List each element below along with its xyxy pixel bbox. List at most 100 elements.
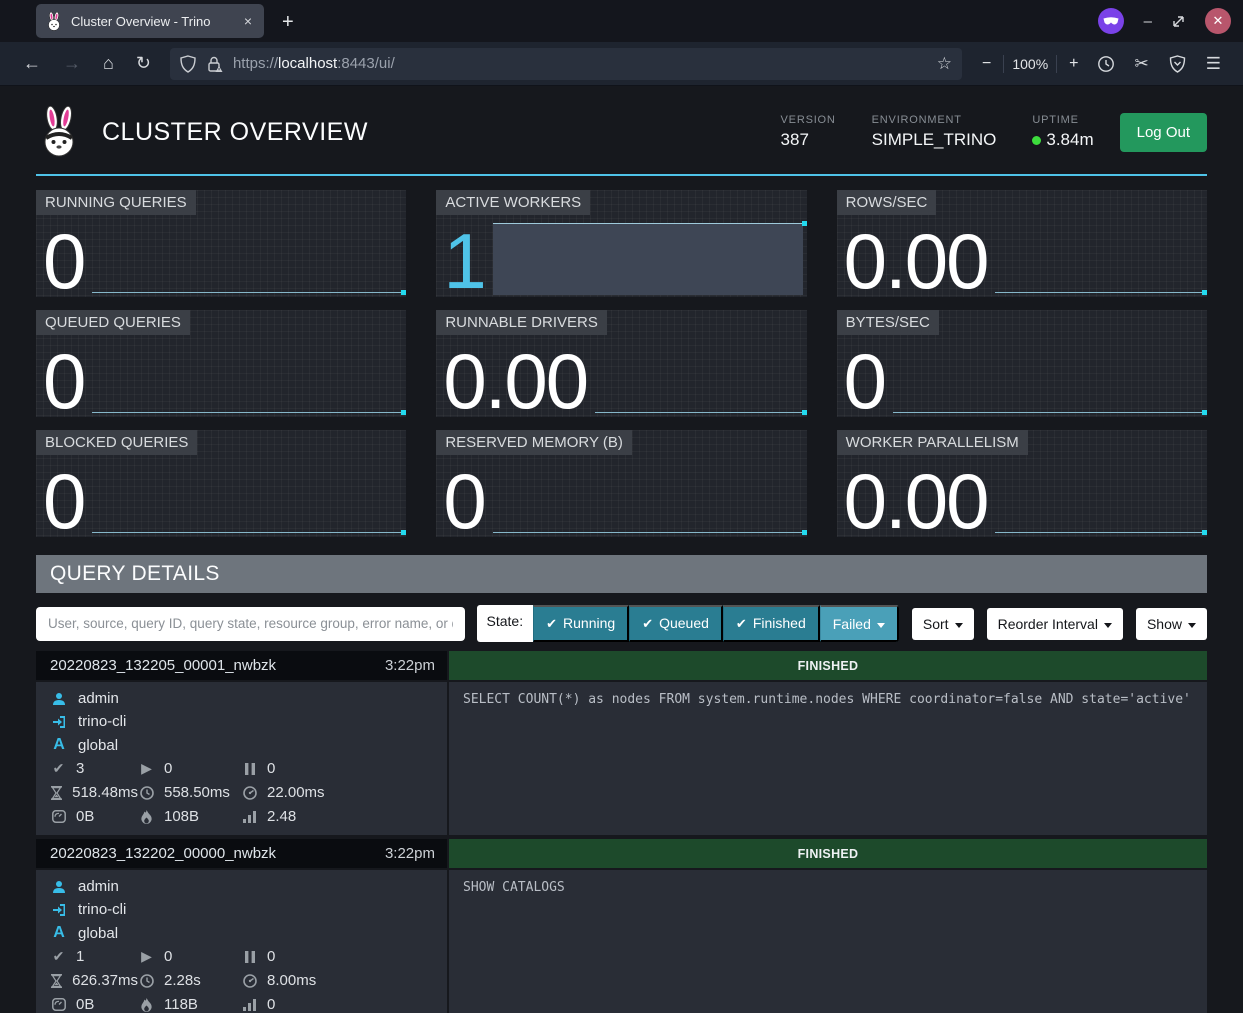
queued-splits-pause-icon	[241, 951, 258, 963]
cpu-time-clock-icon	[138, 974, 155, 988]
stat-card-value: 0	[443, 468, 484, 535]
completed-splits-check-icon: ✔	[50, 760, 67, 777]
parallelism-chart-icon	[241, 999, 258, 1011]
trino-bunny-logo	[36, 106, 82, 158]
user-icon	[50, 880, 68, 894]
source-signin-icon	[50, 903, 68, 917]
sort-dropdown[interactable]: Sort	[912, 608, 974, 640]
running-splits-play-icon: ▶	[138, 948, 155, 965]
uptime-label: UPTIME	[1032, 114, 1093, 126]
stat-card-value: 0.00	[844, 228, 988, 295]
url-bar[interactable]: https://localhost:8443/ui/ ☆	[170, 48, 962, 80]
query-id-link[interactable]: 20220823_132205_00001_nwbzk	[50, 657, 385, 674]
private-browsing-icon	[1098, 8, 1124, 34]
url-text[interactable]: https://localhost:8443/ui/	[233, 55, 937, 72]
new-tab-button[interactable]: +	[282, 11, 294, 34]
stat-card-label: RESERVED MEMORY (B)	[436, 430, 632, 455]
stat-card-runnable-drivers: RUNNABLE DRIVERS 0.00	[436, 310, 806, 417]
query-filter-toolbar: State: ✔Running ✔Queued ✔Finished Failed…	[36, 605, 1207, 642]
query-row: 20220823_132205_00001_nwbzk 3:22pm FINIS…	[36, 651, 1207, 835]
query-search-input[interactable]	[36, 607, 465, 641]
home-icon[interactable]: ⌂	[92, 53, 125, 74]
stat-card-label: BLOCKED QUERIES	[36, 430, 197, 455]
back-icon[interactable]: ←	[12, 53, 52, 74]
stat-card-label: BYTES/SEC	[837, 310, 939, 335]
uptime-value: 3.84m	[1032, 130, 1093, 150]
wall-time-hourglass-icon	[50, 786, 63, 800]
stat-card-bytes-sec: BYTES/SEC 0	[837, 310, 1207, 417]
state-filter-label: State:	[477, 605, 534, 642]
stat-card-value: 0.00	[443, 348, 587, 415]
uptime-status-dot	[1032, 136, 1041, 145]
query-sql-text: SELECT COUNT(*) as nodes FROM system.run…	[449, 682, 1207, 835]
stat-card-label: WORKER PARALLELISM	[837, 430, 1028, 455]
query-time: 3:22pm	[385, 657, 435, 674]
stat-card-value: 0	[43, 228, 84, 295]
toolbar-divider	[1003, 55, 1004, 73]
history-clock-icon[interactable]	[1087, 55, 1125, 73]
query-status-badge: FINISHED	[449, 839, 1207, 868]
tab-close-icon[interactable]: ×	[240, 13, 256, 29]
query-id-bar: 20220823_132202_00000_nwbzk 3:22pm	[36, 839, 447, 868]
version-value: 387	[781, 130, 836, 150]
show-dropdown[interactable]: Show	[1136, 608, 1207, 640]
pocket-shield-icon[interactable]	[1159, 55, 1196, 73]
chevron-down-icon	[1188, 623, 1196, 628]
zoom-out-button[interactable]: −	[974, 55, 999, 73]
stat-card-value: 0	[43, 348, 84, 415]
source-signin-icon	[50, 715, 68, 729]
forward-icon[interactable]: →	[52, 53, 92, 74]
state-filter-running[interactable]: ✔Running	[533, 605, 629, 642]
stat-card-label: ACTIVE WORKERS	[436, 190, 590, 215]
shield-icon[interactable]	[180, 55, 196, 73]
page-title: CLUSTER OVERVIEW	[102, 118, 368, 147]
cumulative-memory-fire-icon	[138, 998, 155, 1012]
execution-time-gauge-icon	[241, 786, 258, 800]
execution-time-gauge-icon	[241, 974, 258, 988]
cpu-time-clock-icon	[138, 786, 155, 800]
state-filter-queued[interactable]: ✔Queued	[629, 605, 723, 642]
query-id-link[interactable]: 20220823_132202_00000_nwbzk	[50, 845, 385, 862]
user-icon	[50, 692, 68, 706]
logout-button[interactable]: Log Out	[1120, 113, 1207, 152]
parallelism-chart-icon	[241, 811, 258, 823]
query-info-panel: admin trino-cli Aglobal ✔1 ▶0 0 626.37ms…	[36, 870, 447, 1013]
trino-favicon-icon	[46, 12, 63, 31]
close-window-button[interactable]: ✕	[1205, 8, 1231, 34]
sparkline-chart	[995, 463, 1207, 535]
menu-hamburger-icon[interactable]: ☰	[1196, 54, 1231, 74]
chevron-down-icon	[1104, 623, 1112, 628]
stat-card-running-queries: RUNNING QUERIES 0	[36, 190, 406, 297]
toolbar-divider	[1056, 55, 1057, 73]
stat-card-value: 0	[43, 468, 84, 535]
completed-splits-check-icon: ✔	[50, 948, 67, 965]
browser-tab[interactable]: Cluster Overview - Trino ×	[36, 4, 264, 38]
stat-card-active-workers: ACTIVE WORKERS 1	[436, 190, 806, 297]
query-row: 20220823_132202_00000_nwbzk 3:22pm FINIS…	[36, 839, 1207, 1013]
query-time: 3:22pm	[385, 845, 435, 862]
bookmark-star-icon[interactable]: ☆	[937, 54, 952, 74]
query-id-bar: 20220823_132205_00001_nwbzk 3:22pm	[36, 651, 447, 680]
chevron-down-icon	[877, 623, 885, 628]
check-icon: ✔	[736, 616, 747, 631]
tab-title: Cluster Overview - Trino	[71, 14, 240, 29]
state-filter-finished[interactable]: ✔Finished	[723, 605, 820, 642]
state-filter-failed[interactable]: Failed	[820, 605, 899, 642]
version-label: VERSION	[781, 114, 836, 126]
stat-card-value: 0.00	[844, 468, 988, 535]
current-memory-scale-icon	[50, 998, 67, 1011]
minimize-button[interactable]: –	[1144, 13, 1152, 30]
query-user: admin	[78, 690, 119, 707]
reload-icon[interactable]: ↻	[125, 53, 162, 74]
zoom-in-button[interactable]: +	[1061, 55, 1086, 73]
maximize-button[interactable]	[1172, 15, 1185, 28]
zoom-level[interactable]: 100%	[1008, 56, 1052, 72]
query-details-title: QUERY DETAILS	[36, 555, 1207, 593]
reorder-interval-dropdown[interactable]: Reorder Interval	[987, 608, 1123, 640]
stat-card-queued-queries: QUEUED QUERIES 0	[36, 310, 406, 417]
query-status-badge: FINISHED	[449, 651, 1207, 680]
state-filter-group: State: ✔Running ✔Queued ✔Finished Failed	[477, 605, 899, 642]
lock-warning-icon[interactable]	[206, 55, 223, 73]
screenshot-scissors-icon[interactable]: ✂	[1125, 54, 1159, 74]
query-sql-text: SHOW CATALOGS	[449, 870, 1207, 1013]
